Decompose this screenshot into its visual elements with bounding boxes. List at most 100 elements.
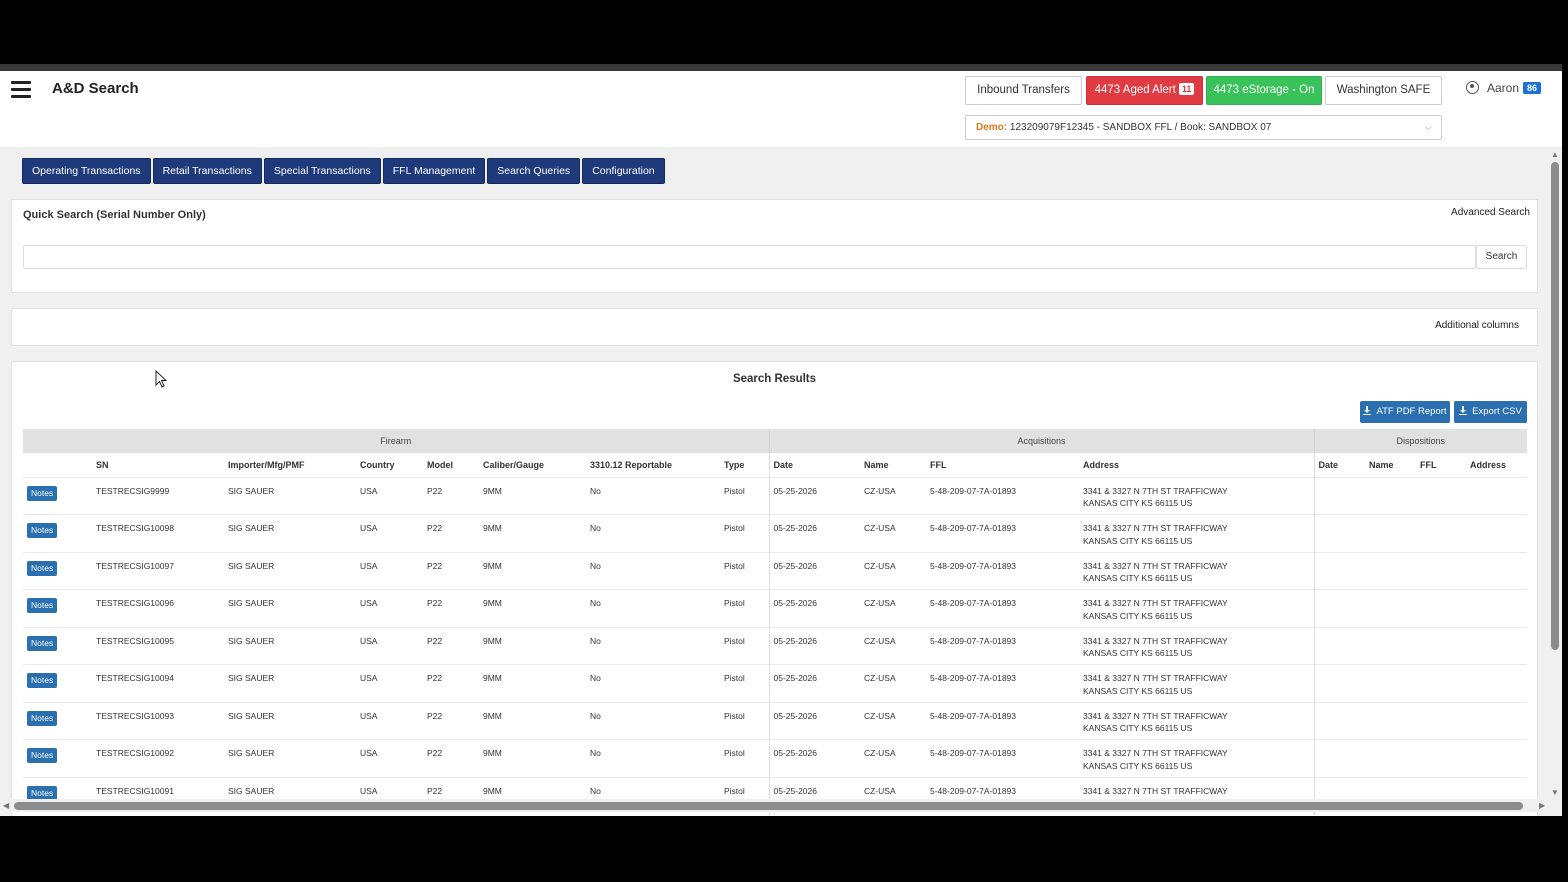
col-type[interactable]: Type: [720, 453, 769, 477]
cell-acq-date: 05-25-2026: [768, 739, 860, 777]
user-menu[interactable]: Aaron 86: [1466, 81, 1542, 95]
notes-button[interactable]: Notes: [27, 673, 58, 688]
search-button[interactable]: Search: [1476, 245, 1527, 269]
scroll-left-icon[interactable]: ◀: [3, 801, 9, 810]
tab-configuration[interactable]: Configuration: [582, 158, 665, 184]
col-disp-name[interactable]: Name: [1365, 453, 1416, 477]
address-line-2: KANSAS CITY KS 66115 US: [1083, 723, 1193, 733]
quick-search-input[interactable]: [23, 245, 1476, 269]
cell-acq-address: 3341 & 3327 N 7TH ST TRAFFICWAY KANSAS CI…: [1079, 514, 1315, 552]
cell-disp-name: [1365, 551, 1417, 590]
col-acq-address[interactable]: Address: [1079, 453, 1314, 477]
table-row: Notes TESTRECSIG10098 SIG SAUER USA P22 9MM No…: [23, 514, 1528, 552]
cell-type: Pistol: [720, 626, 769, 665]
notes-button[interactable]: Notes: [27, 485, 58, 501]
cell-acq-name: CZ-USA: [860, 589, 926, 627]
scroll-right-icon[interactable]: ▶: [1539, 801, 1545, 810]
app-window: A&D Search Inbound Transfers 4473 Aged A…: [0, 64, 1562, 816]
atf-pdf-report-button[interactable]: ATF PDF Report: [1360, 401, 1450, 423]
cell-country: USA: [356, 626, 423, 665]
menu-icon[interactable]: [11, 81, 31, 99]
cell-disp-name: [1365, 514, 1417, 552]
estorage-button[interactable]: 4473 eStorage - On: [1206, 76, 1322, 105]
tab-retail-transactions[interactable]: Retail Transactions: [152, 158, 262, 184]
notes-button[interactable]: Notes: [27, 560, 58, 576]
cell-sn: TESTRECSIG9999: [92, 476, 224, 515]
cell-disp-date: [1313, 476, 1366, 515]
address-line-1: 3341 & 3327 N 7TH ST TRAFFICWAY: [1083, 635, 1228, 646]
header: A&D Search Inbound Transfers 4473 Aged A…: [0, 71, 1562, 147]
notes-button[interactable]: Notes: [27, 710, 58, 726]
notes-button[interactable]: Notes: [27, 598, 58, 613]
tab-search-queries[interactable]: Search Queries: [487, 158, 581, 184]
washington-safe-button[interactable]: Washington SAFE: [1325, 76, 1442, 105]
horizontal-scroll-thumb[interactable]: [14, 802, 1523, 810]
col-disp-address[interactable]: Address: [1466, 453, 1527, 477]
col-disp-date[interactable]: Date: [1313, 453, 1366, 477]
col-acq-name[interactable]: Name: [860, 453, 926, 477]
download-icon: [1459, 406, 1468, 415]
address-line-2: KANSAS CITY KS 66115 US: [1083, 648, 1193, 658]
cell-country: USA: [356, 664, 423, 702]
col-country[interactable]: Country: [356, 453, 423, 477]
cell-caliber: 9MM: [479, 514, 586, 552]
col-model[interactable]: Model: [423, 453, 479, 477]
cell-acq-ffl: 5-48-209-07-7A-01893: [926, 701, 1079, 740]
address-line-2: KANSAS CITY KS 66115 US: [1083, 610, 1193, 621]
chevron-down-icon: ⌵: [1425, 122, 1432, 132]
notes-cell: Notes: [23, 664, 92, 702]
cell-disp-address: [1466, 551, 1528, 590]
col-disp-ffl[interactable]: FFL: [1416, 453, 1466, 477]
cell-disp-address: [1466, 701, 1528, 740]
cell-country: USA: [356, 739, 423, 777]
export-csv-label: Export CSV: [1472, 406, 1522, 417]
atf-pdf-report-label: ATF PDF Report: [1376, 406, 1447, 417]
inbound-transfers-button[interactable]: Inbound Transfers: [965, 76, 1082, 105]
scroll-down-icon[interactable]: ▼: [1551, 788, 1559, 797]
notes-button[interactable]: Notes: [27, 635, 58, 651]
cell-disp-ffl: [1416, 476, 1467, 515]
notes-button[interactable]: Notes: [27, 748, 58, 763]
aged-alert-label: 4473 Aged Alert: [1094, 84, 1176, 96]
scroll-up-icon[interactable]: ▲: [1551, 150, 1559, 159]
ffl-selector-value: 123209079F12345 - SANDBOX FFL / Book: SA…: [1009, 122, 1272, 133]
search-results-title: Search Results: [732, 373, 817, 385]
cell-acq-ffl: 5-48-209-07-7A-01893: [926, 739, 1079, 777]
col-acq-date[interactable]: Date: [768, 453, 860, 477]
vertical-scroll-thumb[interactable]: [1551, 162, 1559, 650]
ffl-selector[interactable]: Demo: 123209079F12345 - SANDBOX FFL / Bo…: [965, 115, 1442, 140]
tab-ffl-management[interactable]: FFL Management: [382, 158, 486, 184]
notes-button[interactable]: Notes: [27, 523, 58, 538]
cell-sn: TESTRECSIG10097: [92, 551, 224, 590]
export-csv-button[interactable]: Export CSV: [1454, 401, 1527, 423]
col-caliber[interactable]: Caliber/Gauge: [479, 453, 586, 477]
cell-mfg: SIG SAUER: [224, 664, 356, 702]
cell-acq-date: 05-25-2026: [768, 664, 860, 702]
col-sn[interactable]: SN: [92, 453, 224, 477]
cell-acq-ffl: 5-48-209-07-7A-01893: [926, 476, 1079, 515]
col-acq-ffl[interactable]: FFL: [926, 453, 1079, 477]
page-title: A&D Search: [52, 80, 139, 97]
cell-acq-name: CZ-USA: [860, 739, 926, 777]
table-row: Notes TESTRECSIG10092 SIG SAUER USA P22 9MM No…: [23, 739, 1528, 777]
cell-caliber: 9MM: [479, 701, 586, 740]
advanced-search-link[interactable]: Advanced Search: [1451, 207, 1530, 218]
cell-type: Pistol: [720, 664, 769, 702]
cell-type: Pistol: [720, 514, 769, 552]
notes-cell: Notes: [23, 739, 92, 777]
aged-alert-button[interactable]: 4473 Aged Alert 11: [1086, 76, 1203, 105]
table-row: Notes TESTRECSIG10094 SIG SAUER USA P22 9MM No…: [23, 664, 1528, 702]
cell-model: P22: [423, 626, 479, 665]
table-row: Notes TESTRECSIG10097 SIG SAUER USA P22 9MM No…: [23, 551, 1528, 590]
tab-operating-transactions[interactable]: Operating Transactions: [22, 158, 151, 184]
additional-columns-link[interactable]: Additional columns: [1435, 320, 1519, 331]
cell-reportable: No: [586, 589, 720, 627]
user-name: Aaron: [1487, 81, 1520, 95]
table-group-header: Firearm Acquisitions Dispositions: [23, 429, 1528, 453]
group-acquisitions: Acquisitions: [768, 429, 1315, 453]
user-badge: 86: [1523, 82, 1542, 94]
col-reportable[interactable]: 3310.12 Reportable: [586, 453, 720, 477]
address-line-1: 3341 & 3327 N 7TH ST TRAFFICWAY: [1083, 785, 1228, 796]
col-importer[interactable]: Importer/Mfg/PMF: [224, 453, 356, 477]
tab-special-transactions[interactable]: Special Transactions: [263, 158, 381, 184]
